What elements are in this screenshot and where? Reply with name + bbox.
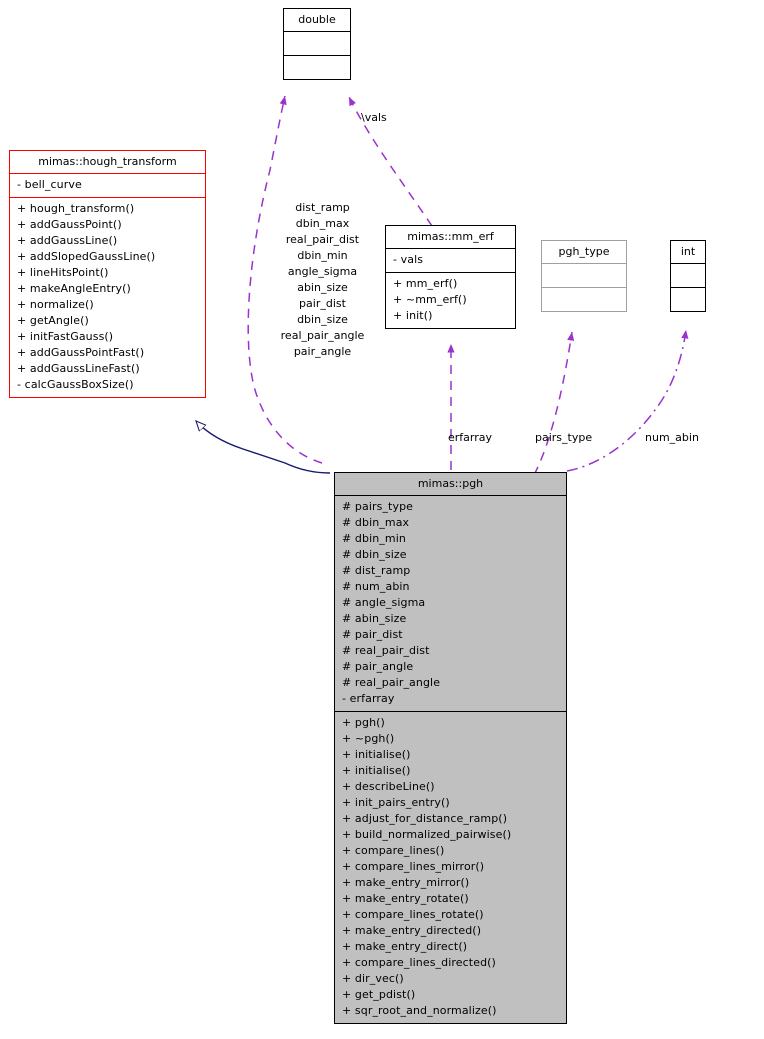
class-member: + hough_transform() — [17, 202, 135, 215]
class-title-pgh: mimas::pgh — [417, 477, 484, 490]
edge-label-line: pair_dist — [299, 297, 346, 310]
edge-usage-pgh-type-to-pgh — [533, 331, 575, 476]
class-member: - vals — [393, 253, 424, 266]
edge-label-line: angle_sigma — [287, 265, 358, 278]
edge-label-line: dbin_size — [297, 313, 348, 326]
class-box-int[interactable]: int — [670, 240, 706, 312]
edge-label-erfarray: erfarray — [448, 431, 493, 444]
class-member: + build_normalized_pairwise() — [342, 828, 512, 841]
edge-label-pairs-type: pairs_type — [535, 431, 593, 444]
edge-label-line: pair_angle — [293, 345, 352, 358]
class-member: + make_entry_mirror() — [342, 876, 470, 889]
edge-label-line: real_pair_dist — [285, 233, 360, 246]
class-attributes-mm-erf: - vals — [386, 249, 515, 272]
class-title-mm-erf: mimas::mm_erf — [407, 230, 494, 243]
class-member: + initialise() — [342, 748, 411, 761]
class-methods-mm-erf: + mm_erf() + ~mm_erf() + init() — [386, 273, 515, 328]
class-attributes-pgh: # pairs_type # dbin_max # dbin_min # dbi… — [335, 496, 566, 711]
class-member: + normalize() — [17, 298, 94, 311]
class-member: # real_pair_angle — [342, 676, 441, 689]
class-member: + initFastGauss() — [17, 330, 114, 343]
edge-label-double-to-pgh: dist_ramp dbin_max real_pair_dist dbin_m… — [255, 200, 390, 360]
class-methods-pgh-type — [542, 288, 626, 311]
class-member: + lineHitsPoint() — [17, 266, 109, 279]
class-member: + pgh() — [342, 716, 385, 729]
class-member: + ~mm_erf() — [393, 293, 467, 306]
class-member: # real_pair_dist — [342, 644, 430, 657]
class-title-int: int — [680, 245, 696, 258]
class-member: + ~pgh() — [342, 732, 395, 745]
class-member: + getAngle() — [17, 314, 89, 327]
edge-label-line: real_pair_angle — [280, 329, 365, 342]
class-member: + sqr_root_and_normalize() — [342, 1004, 497, 1017]
class-attributes-double — [284, 32, 350, 55]
class-member: + compare_lines_rotate() — [342, 908, 484, 921]
class-member: # dbin_max — [342, 516, 410, 529]
class-member: + mm_erf() — [393, 277, 458, 290]
class-member: + init_pairs_entry() — [342, 796, 450, 809]
class-member: + addGaussPoint() — [17, 218, 122, 231]
edge-label-line: dbin_max — [295, 217, 350, 230]
class-member: + compare_lines() — [342, 844, 445, 857]
edge-label-num-abin: num_abin — [645, 431, 699, 444]
edge-label-line: dist_ramp — [295, 201, 350, 214]
class-member: + make_entry_rotate() — [342, 892, 469, 905]
class-title-pgh-type: pgh_type — [558, 245, 610, 258]
class-title-double: double — [298, 13, 336, 26]
edge-label-line: abin_size — [297, 281, 348, 294]
class-member: # angle_sigma — [342, 596, 426, 609]
class-methods-int — [671, 288, 705, 311]
class-diagram-canvas: double mimas::hough_transform - bell_cur… — [0, 0, 764, 1039]
edge-usage-int-to-pgh — [566, 329, 689, 472]
class-member: + compare_lines_directed() — [342, 956, 496, 969]
class-box-pgh[interactable]: mimas::pgh # pairs_type # dbin_max # dbi… — [334, 472, 567, 1024]
class-member: + initialise() — [342, 764, 411, 777]
class-member: + make_entry_direct() — [342, 940, 468, 953]
class-member: + dir_vec() — [342, 972, 404, 985]
class-member: # pair_angle — [342, 660, 414, 673]
class-box-hough-transform[interactable]: mimas::hough_transform - bell_curve + ho… — [9, 150, 206, 398]
class-member: + describeLine() — [342, 780, 435, 793]
class-member: + addSlopedGaussLine() — [17, 250, 156, 263]
class-member: # pair_dist — [342, 628, 403, 641]
class-member: + makeAngleEntry() — [17, 282, 131, 295]
edge-inheritance-pgh-to-hough-transform — [196, 421, 331, 474]
class-attributes-int — [671, 264, 705, 287]
class-member: + compare_lines_mirror() — [342, 860, 485, 873]
class-member: - bell_curve — [17, 178, 82, 191]
class-member: # dbin_size — [342, 548, 407, 561]
class-attributes-pgh-type — [542, 264, 626, 287]
class-member: # abin_size — [342, 612, 407, 625]
class-member: + init() — [393, 309, 433, 322]
class-methods-double — [284, 56, 350, 79]
class-title-hough-transform: mimas::hough_transform — [38, 155, 177, 168]
class-box-pgh-type[interactable]: pgh_type — [541, 240, 627, 312]
class-member: + addGaussPointFast() — [17, 346, 145, 359]
class-member: + addGaussLine() — [17, 234, 118, 247]
class-member: - calcGaussBoxSize() — [17, 378, 134, 391]
edge-label-line: dbin_min — [297, 249, 348, 262]
class-member: # num_abin — [342, 580, 410, 593]
class-methods-pgh: + pgh() + ~pgh() + initialise() + initia… — [335, 712, 566, 1023]
class-member: # dist_ramp — [342, 564, 411, 577]
class-box-mm-erf[interactable]: mimas::mm_erf - vals + mm_erf() + ~mm_er… — [385, 225, 516, 329]
edge-label-vals: \vals — [361, 111, 387, 124]
class-member: - erfarray — [342, 692, 395, 705]
class-box-double[interactable]: double — [283, 8, 351, 80]
class-methods-hough-transform: + hough_transform() + addGaussPoint() + … — [10, 198, 205, 397]
class-attributes-hough-transform: - bell_curve — [10, 174, 205, 197]
class-member: + get_pdist() — [342, 988, 416, 1001]
class-member: # pairs_type — [342, 500, 414, 513]
class-member: + adjust_for_distance_ramp() — [342, 812, 508, 825]
class-member: # dbin_min — [342, 532, 406, 545]
class-member: + addGaussLineFast() — [17, 362, 140, 375]
class-member: + make_entry_directed() — [342, 924, 482, 937]
